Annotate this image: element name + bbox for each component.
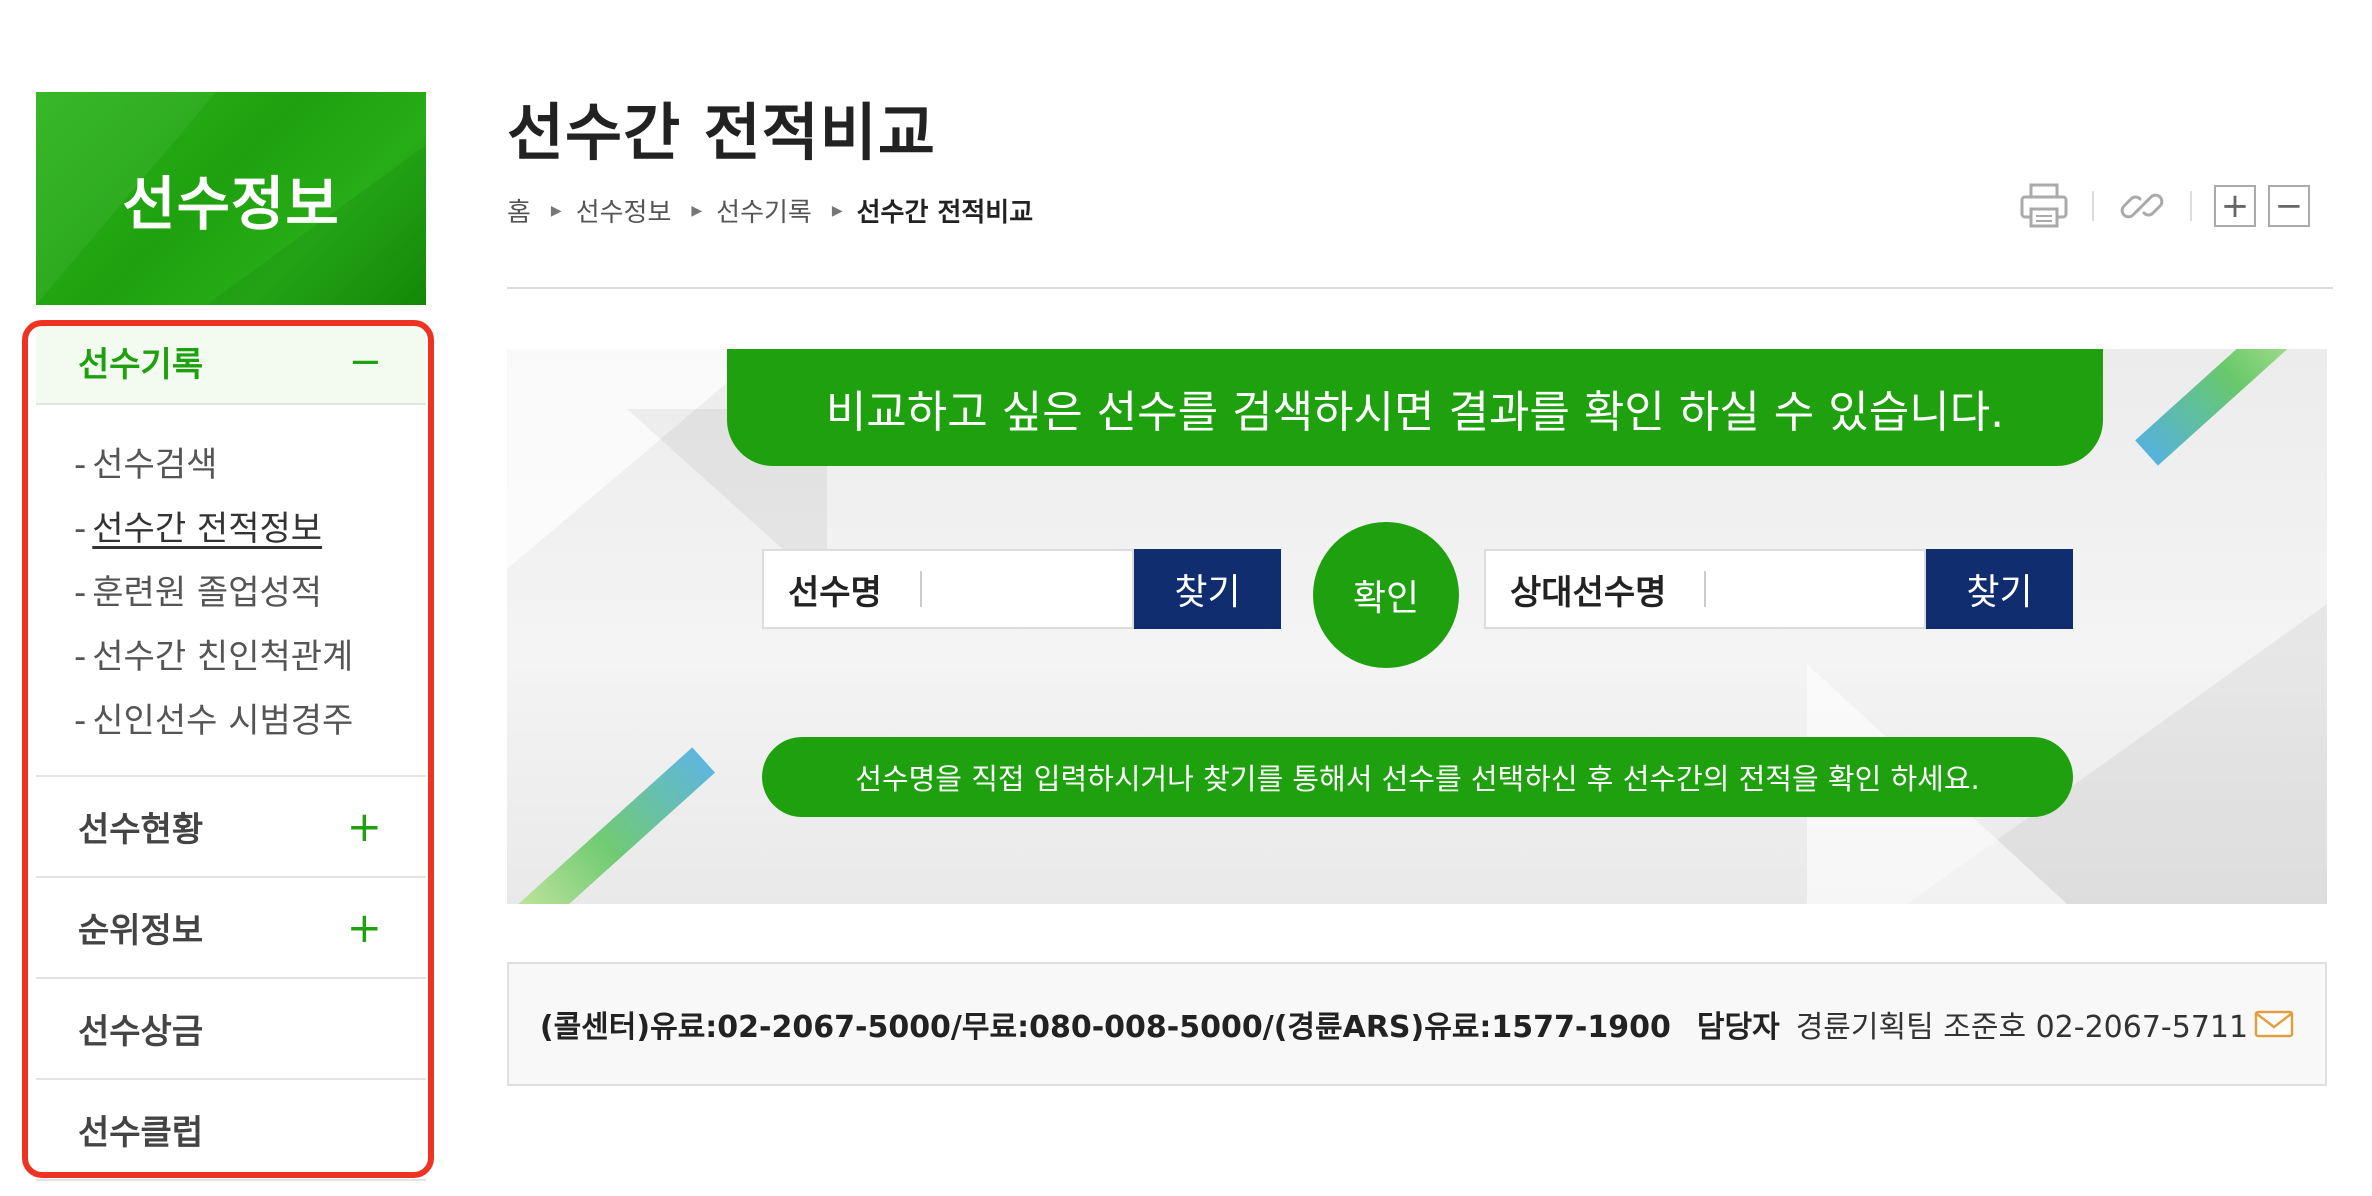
sidebar-subitem-label: 신인선수 시범경주 xyxy=(92,701,354,741)
collapse-icon[interactable]: − xyxy=(348,342,382,382)
sidebar-group-label: 선수현황 xyxy=(78,810,204,850)
breadcrumb-current: 선수간 전적비교 xyxy=(856,198,1034,228)
field-divider xyxy=(1704,571,1707,607)
link-icon xyxy=(2120,193,2164,219)
sidebar-submenu: - 선수검색 - 선수간 전적정보 - 훈련원 졸업성적 - 선수간 친인척관계 - 신인… xyxy=(36,405,426,777)
breadcrumb-home[interactable]: 홈 xyxy=(507,192,531,229)
breadcrumb-player-info[interactable]: 선수정보 xyxy=(576,192,672,229)
sidebar-group-label: 선수클럽 xyxy=(78,1113,204,1153)
contact-bar: (콜센터)유료:02-2067-5000/무료:080-008-5000/(경륜… xyxy=(507,962,2327,1086)
sidebar-group-label: 순위정보 xyxy=(78,911,204,951)
player-name-field: 선수명 xyxy=(762,549,1134,629)
sidebar-group-player-club[interactable]: 선수클럽 xyxy=(36,1080,426,1181)
sidebar-subitem-rookie-trial[interactable]: - 신인선수 시범경주 xyxy=(74,689,426,753)
sidebar-subitem-label: 선수검색 xyxy=(92,445,218,485)
copy-link-button[interactable] xyxy=(2116,180,2168,232)
sidebar-subitem-label: 선수간 친인척관계 xyxy=(92,637,354,677)
opponent-name-input[interactable] xyxy=(1718,558,1924,620)
opponent-name-label: 상대선수명 xyxy=(1510,572,1667,613)
sidebar-header: 선수정보 xyxy=(36,92,426,305)
list-dash: - xyxy=(74,573,87,613)
breadcrumb-player-records[interactable]: 선수기록 xyxy=(716,192,812,229)
print-button[interactable] xyxy=(2018,180,2070,232)
contact-manager-label: 담당자 xyxy=(1696,1010,1780,1045)
opponent-name-field: 상대선수명 xyxy=(1484,549,1926,629)
banner-stripe-decoration xyxy=(2135,349,2327,466)
title-divider xyxy=(507,287,2333,289)
sidebar-group-ranking[interactable]: 순위정보 + xyxy=(36,878,426,979)
sidebar-group-player-records[interactable]: 선수기록 − xyxy=(36,320,426,405)
sidebar-group-label: 선수상금 xyxy=(78,1012,204,1052)
zoom-in-button[interactable]: + xyxy=(2214,185,2256,227)
sidebar-menu: 선수기록 − - 선수검색 - 선수간 전적정보 - 훈련원 졸업성적 - 선수간 친인… xyxy=(36,320,426,1181)
confirm-button[interactable]: 확인 xyxy=(1313,522,1459,668)
search-hint: 선수명을 직접 입력하시거나 찾기를 통해서 선수를 선택하신 후 선수간의 전… xyxy=(762,737,2073,817)
breadcrumb: 홈 ▶ 선수정보 ▶ 선수기록 ▶ 선수간 전적비교 xyxy=(507,192,1033,229)
sidebar-group-label: 선수기록 xyxy=(78,345,204,385)
breadcrumb-arrow-icon: ▶ xyxy=(550,202,562,219)
printer-icon xyxy=(2020,183,2068,228)
sidebar-subitem-player-search[interactable]: - 선수검색 xyxy=(74,433,426,497)
expand-icon[interactable]: + xyxy=(347,805,382,848)
sidebar-group-player-status[interactable]: 선수현황 + xyxy=(36,777,426,878)
player-name-input[interactable] xyxy=(933,558,1132,620)
sidebar-subitem-label: 선수간 전적정보 xyxy=(92,509,323,549)
tool-divider xyxy=(2190,191,2192,221)
list-dash: - xyxy=(74,701,87,741)
sidebar-subitem-head-to-head[interactable]: - 선수간 전적정보 xyxy=(74,497,426,561)
banner-stripe-decoration xyxy=(507,747,715,904)
list-dash: - xyxy=(74,509,87,549)
list-dash: - xyxy=(74,637,87,677)
breadcrumb-arrow-icon: ▶ xyxy=(691,202,703,219)
contact-manager-value: 경륜기획팀 조준호 02-2067-5711 xyxy=(1795,1010,2249,1045)
breadcrumb-arrow-icon: ▶ xyxy=(831,202,843,219)
search-instruction-banner: 비교하고 싶은 선수를 검색하시면 결과를 확인 하실 수 있습니다. xyxy=(727,349,2103,466)
search-banner: 비교하고 싶은 선수를 검색하시면 결과를 확인 하실 수 있습니다. 선수명 … xyxy=(507,349,2327,904)
expand-icon[interactable]: + xyxy=(347,906,382,949)
sidebar-title: 선수정보 xyxy=(122,169,340,238)
player-name-label: 선수명 xyxy=(788,572,882,613)
player-find-button[interactable]: 찾기 xyxy=(1134,549,1281,629)
mail-icon[interactable] xyxy=(2254,1009,2294,1039)
page-tools: + − xyxy=(2018,180,2310,232)
sidebar-subitem-relatives[interactable]: - 선수간 친인척관계 xyxy=(74,625,426,689)
zoom-out-button[interactable]: − xyxy=(2268,185,2310,227)
page-title: 선수간 전적비교 xyxy=(507,96,936,169)
contact-phone-numbers: (콜센터)유료:02-2067-5000/무료:080-008-5000/(경륜… xyxy=(539,1010,1671,1045)
list-dash: - xyxy=(74,445,87,485)
opponent-find-button[interactable]: 찾기 xyxy=(1926,549,2073,629)
sidebar-group-prize-money[interactable]: 선수상금 xyxy=(36,979,426,1080)
sidebar-subitem-label: 훈련원 졸업성적 xyxy=(92,573,323,613)
tool-divider xyxy=(2092,191,2094,221)
sidebar-subitem-training-grades[interactable]: - 훈련원 졸업성적 xyxy=(74,561,426,625)
field-divider xyxy=(919,571,922,607)
